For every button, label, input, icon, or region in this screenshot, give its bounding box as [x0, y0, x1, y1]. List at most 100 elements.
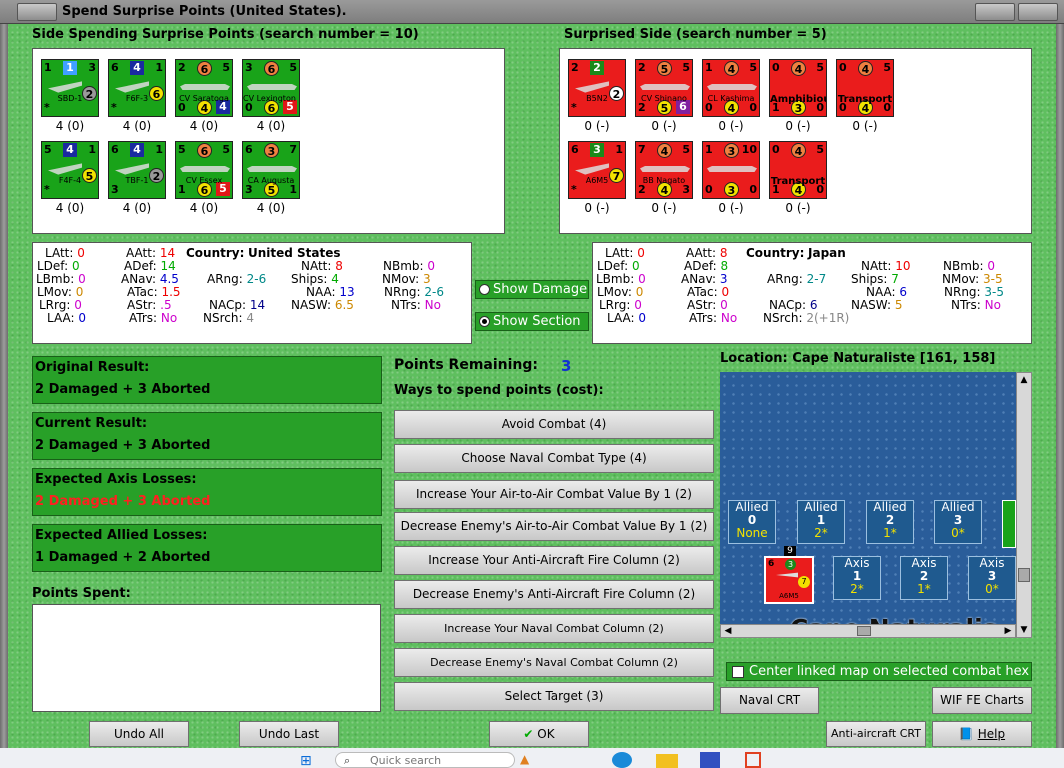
stat-ldef: 0 [631, 259, 640, 273]
center-linked-map-checkbox[interactable]: Center linked map on selected combat hex [726, 662, 1032, 681]
increase-naval-combat-button[interactable]: Increase Your Naval Combat Column (2) [394, 614, 714, 643]
unit-name: CV Essex [185, 176, 223, 185]
scroll-right-arrow[interactable]: ▶ [1002, 626, 1014, 636]
allied-unit-edge[interactable] [1002, 500, 1016, 548]
scroll-left-arrow[interactable]: ◀ [722, 626, 734, 636]
unit-bottom-left-value: * [571, 101, 577, 114]
file-explorer-icon[interactable] [656, 754, 678, 768]
increase-air-to-air-button[interactable]: Increase Your Air-to-Air Combat Value By… [394, 480, 714, 509]
map-hscrollbar[interactable]: ◀ ▶ [720, 624, 1016, 638]
show-section-radio[interactable]: Show Section [475, 312, 589, 331]
unit-top-value: 4 [791, 61, 806, 76]
unit-top-right-value: 1 [155, 61, 163, 74]
unit-caption: 0 (-) [785, 119, 811, 133]
unit-top-left-value: 6 [111, 143, 119, 156]
decrease-enemy-air-to-air-button[interactable]: Decrease Enemy's Air-to-Air Combat Value… [394, 512, 714, 541]
maximize-button[interactable] [1018, 3, 1058, 21]
stat-atac: 1.5 [161, 285, 181, 299]
left-side-header: Side Spending Surprise Points (search nu… [32, 27, 419, 42]
map-vscrollbar[interactable]: ▲ ▼ [1016, 372, 1032, 638]
map-unit-top: 3 [785, 559, 796, 570]
unit-counter[interactable]: 2 2 2 * B5N2 [568, 59, 626, 117]
app-icon-1[interactable]: ▲ [520, 752, 532, 768]
notes-app-icon[interactable] [745, 752, 761, 768]
decrease-enemy-anti-aircraft-button[interactable]: Decrease Enemy's Anti-Aircraft Fire Colu… [394, 580, 714, 609]
taskbar: ⊞ ⌕ Quick search ▲ [0, 748, 1064, 768]
naval-crt-button[interactable]: Naval CRT [720, 687, 819, 714]
radio-dot-selected[interactable] [479, 316, 490, 327]
unit-counter[interactable]: 6 1 4 2 3 TBF-1 [108, 141, 166, 199]
unit-top-left-value: 2 [638, 61, 646, 74]
unit-counter[interactable]: 5 1 4 5 * F4F-4 [41, 141, 99, 199]
stat-natt: 8 [335, 259, 343, 273]
unit-counter[interactable]: 2 5 6 4 0 4 CV Saratoga [175, 59, 233, 117]
show-section-label: Show Section [493, 314, 581, 329]
ways-to-spend-label: Ways to spend points (cost): [394, 383, 604, 398]
unit-mid-value: 3 [724, 182, 739, 197]
ok-button[interactable]: ✔ OK [489, 721, 589, 747]
plane-icon [575, 163, 609, 175]
unit-counter[interactable]: 1 3 1 2 * SBD-1 [41, 59, 99, 117]
unit-counter[interactable]: 0 5 4 4 0 0 Transport [836, 59, 894, 117]
stat-ships: 4 [331, 272, 339, 286]
undo-last-button[interactable]: Undo Last [239, 721, 339, 747]
current-result-label: Current Result: [35, 416, 148, 431]
help-button[interactable]: 📘 Help [932, 721, 1032, 747]
unit-counter[interactable]: 5 5 6 6 1 5 CV Essex [175, 141, 233, 199]
wif-fe-charts-button[interactable]: WIF FE Charts [932, 687, 1032, 714]
edge-browser-icon[interactable] [612, 752, 632, 768]
unit-name: CV Shinano [641, 94, 687, 103]
unit-caption: 4 (0) [122, 201, 152, 215]
unit-caption: 0 (-) [785, 201, 811, 215]
unit-top-right-value: 5 [289, 61, 297, 74]
unit-counter[interactable]: 6 7 3 5 3 1 CA Augusta [242, 141, 300, 199]
avoid-combat-button[interactable]: Avoid Combat (4) [394, 410, 714, 439]
hex-box-sub: 0* [951, 526, 965, 540]
unit-counter[interactable]: 6 1 4 6 * F6F-3 [108, 59, 166, 117]
unit-bottom-right-value: 3 [682, 183, 690, 196]
taskbar-search-input[interactable]: ⌕ Quick search [335, 752, 515, 768]
unit-counter[interactable]: 6 1 3 7 * A6M5 [568, 141, 626, 199]
map-unit-a6m5[interactable]: 6 3 7 A6M5 [764, 556, 814, 604]
battle-map[interactable]: Allied 0 None Allied 1 2* Allied 2 1* Allied 3 0… [720, 372, 1032, 638]
windows-start-icon[interactable]: ⊞ [300, 754, 320, 768]
stat-nmov: 3-5 [982, 272, 1003, 286]
unit-caption: 4 (0) [122, 119, 152, 133]
unit-counter[interactable]: 054310Amphibious [769, 59, 827, 117]
scroll-down-arrow[interactable]: ▼ [1018, 624, 1030, 636]
radio-dot[interactable] [479, 284, 490, 295]
select-target-button[interactable]: Select Target (3) [394, 682, 714, 711]
unit-top-value: 6 [197, 143, 212, 158]
unit-counter[interactable]: 2 5 5 5 2 6 CV Shinano [635, 59, 693, 117]
unit-counter[interactable]: 1 10 3 3 0 0 [702, 141, 760, 199]
window-menu-button[interactable] [17, 3, 57, 21]
unit-counter[interactable]: 1 5 4 4 0 0 CL Kashima [702, 59, 760, 117]
unit-top-left-value: 6 [111, 61, 119, 74]
unit-top-right-value: 1 [88, 143, 96, 156]
unit-caption: 0 (-) [852, 119, 878, 133]
allied-losses-value: 1 Damaged + 2 Aborted [35, 550, 211, 565]
undo-all-button[interactable]: Undo All [89, 721, 189, 747]
axis-losses-box: Expected Axis Losses: 2 Damaged + 3 Abor… [32, 468, 382, 516]
ship-icon [707, 166, 757, 172]
unit-bottom-left-value: 0 [705, 101, 713, 114]
scroll-up-arrow[interactable]: ▲ [1018, 374, 1030, 386]
increase-anti-aircraft-button[interactable]: Increase Your Anti-Aircraft Fire Column … [394, 546, 714, 575]
unit-top-value: 5 [657, 61, 672, 76]
game-app-icon[interactable] [700, 752, 720, 768]
stat-ships: 7 [891, 272, 899, 286]
unit-caption: 0 (-) [718, 201, 744, 215]
minimize-button[interactable] [975, 3, 1015, 21]
decrease-enemy-naval-combat-button[interactable]: Decrease Enemy's Naval Combat Column (2) [394, 648, 714, 677]
unit-counter[interactable]: 3 5 6 6 0 5 CV Lexington II [242, 59, 300, 117]
vscroll-thumb[interactable] [1018, 568, 1030, 582]
hscroll-thumb[interactable] [857, 626, 871, 636]
unit-caption: 0 (-) [584, 119, 610, 133]
show-damage-radio[interactable]: Show Damage [475, 280, 589, 299]
unit-counter[interactable]: 7 5 4 4 2 3 BB Nagato [635, 141, 693, 199]
checkbox-box[interactable] [732, 666, 744, 678]
points-spent-list[interactable] [32, 604, 381, 712]
unit-counter[interactable]: 0 5 4 4 1 0 Transport [769, 141, 827, 199]
anti-aircraft-crt-button[interactable]: Anti-aircraft CRT [826, 721, 926, 747]
choose-naval-combat-type-button[interactable]: Choose Naval Combat Type (4) [394, 444, 714, 473]
